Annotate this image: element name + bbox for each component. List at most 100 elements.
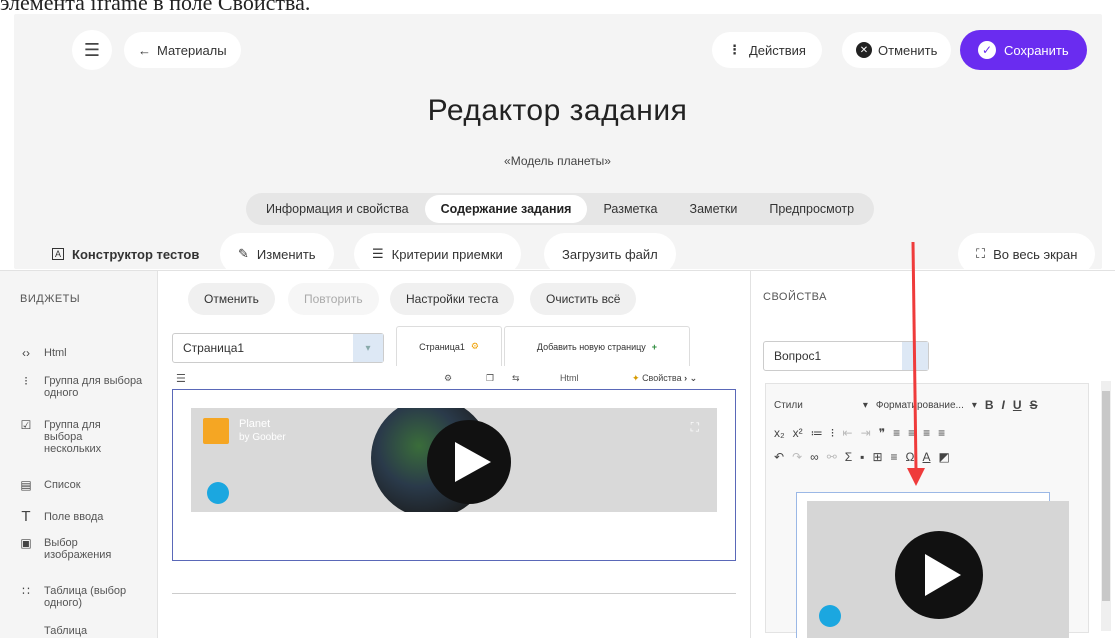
tab-markup[interactable]: Разметка	[587, 195, 673, 223]
pencil-icon: ✎	[238, 246, 249, 261]
image-icon[interactable]: ▪	[860, 450, 864, 464]
more-vertical-icon: ⋮	[728, 42, 741, 57]
cancel-button[interactable]: ✕ Отменить	[842, 32, 952, 68]
link-icon[interactable]: ∞	[810, 450, 819, 464]
save-button[interactable]: ✓ Сохранить	[960, 30, 1087, 70]
play-button[interactable]	[427, 420, 511, 504]
clear-all-button[interactable]: Очистить всё	[530, 283, 637, 315]
undo-button[interactable]: Отменить	[188, 283, 275, 315]
text-color-icon[interactable]: A	[923, 450, 931, 464]
editor-embedded-video[interactable]	[807, 501, 1069, 638]
back-to-materials-link[interactable]: ← Материалы	[124, 32, 241, 68]
properties-scrollbar[interactable]	[1101, 381, 1111, 631]
widget-label: Таблица	[44, 625, 88, 637]
widgets-panel: ВИДЖЕТЫ ‹› Html ⁝ Группа для выбора одно…	[0, 271, 158, 638]
back-label: Материалы	[157, 42, 227, 58]
table-icon[interactable]: ⊞	[872, 450, 882, 464]
subscript-icon[interactable]: x₂	[774, 426, 785, 440]
copy-icon[interactable]: ❐	[486, 373, 494, 384]
play-icon	[925, 554, 961, 596]
question-card[interactable]: Planet by Goober ⛶	[172, 389, 736, 561]
filter-icon: ☰	[372, 246, 384, 261]
page-tab-1[interactable]: Страница1 ⚙	[396, 326, 502, 366]
drag-handle-icon[interactable]: ☰	[176, 372, 186, 385]
widget-image-choice[interactable]: ▣ Выбор изображения	[18, 537, 128, 561]
tab-notes[interactable]: Заметки	[674, 195, 754, 223]
html-type-label[interactable]: Html	[560, 373, 579, 383]
test-settings-button[interactable]: Настройки теста	[390, 283, 515, 315]
horizontal-line-icon[interactable]: ≡	[891, 450, 898, 464]
widget-table[interactable]: Таблица	[18, 625, 87, 637]
text-field-icon: T	[21, 508, 31, 525]
align-justify-icon[interactable]: ≡	[938, 426, 945, 440]
special-char-icon[interactable]: Ω	[906, 450, 915, 464]
tab-preview[interactable]: Предпросмотр	[753, 195, 870, 223]
align-center-icon[interactable]: ≡	[908, 426, 915, 440]
expand-icon[interactable]: ⛶	[691, 420, 699, 435]
constructor-label: Конструктор тестов	[72, 246, 200, 262]
edit-button[interactable]: ✎ Изменить	[220, 233, 334, 275]
numbered-list-icon[interactable]: ≔	[811, 426, 823, 440]
widget-label: Таблица (выбор одного)	[44, 585, 127, 609]
settings-icon[interactable]: ⚙	[444, 373, 452, 384]
check-circle-icon: ✓	[978, 41, 996, 59]
video-author: by Goober	[239, 432, 286, 443]
arrow-left-icon: ←	[138, 42, 151, 58]
code-icon: ‹›	[22, 346, 30, 360]
edit-label: Изменить	[256, 246, 316, 262]
chevron-down-icon: ▾	[862, 399, 868, 411]
question-toolbar: ☰ ⚙ ❐ ⇆ Html ✦ Свойства › ⌄	[172, 369, 736, 387]
undo-icon[interactable]: ↶	[774, 450, 784, 464]
redo-icon[interactable]: ↷	[792, 450, 802, 464]
widget-list[interactable]: ▤ Список	[18, 479, 80, 491]
question-select[interactable]: Вопрос1	[763, 341, 929, 371]
fullscreen-button[interactable]: ⛶ Во весь экран	[958, 233, 1096, 275]
format-dropdown[interactable]: Форматирование...	[876, 400, 964, 411]
properties-link[interactable]: ✦ Свойства › ⌄	[632, 373, 697, 384]
add-page-tab[interactable]: Добавить новую страницу +	[504, 326, 690, 366]
editor-play-button[interactable]	[895, 531, 983, 619]
hamburger-menu-button[interactable]: ☰	[72, 30, 112, 70]
styles-dropdown[interactable]: Стили	[774, 400, 803, 411]
bold-icon[interactable]: B	[985, 398, 994, 412]
indent-icon[interactable]: ⇥	[861, 426, 871, 440]
criteria-label: Критерии приемки	[391, 246, 503, 262]
align-right-icon[interactable]: ≡	[923, 426, 930, 440]
align-left-icon[interactable]: ≡	[893, 426, 900, 440]
page-select[interactable]: Страница1 ▾	[172, 333, 384, 363]
constructor-icon: A	[52, 248, 65, 260]
editor-content-area[interactable]	[796, 492, 1069, 638]
outdent-icon[interactable]: ⇤	[843, 426, 853, 440]
italic-icon[interactable]: I	[1002, 398, 1005, 412]
criteria-button[interactable]: ☰ Критерии приемки	[354, 233, 521, 275]
superscript-icon[interactable]: x²	[793, 426, 803, 440]
page-subtitle: «Модель планеты»	[504, 154, 611, 168]
page-separator	[172, 593, 736, 594]
sigma-icon[interactable]: Σ	[845, 450, 852, 464]
redo-button[interactable]: Повторить	[288, 283, 379, 315]
bullet-list-icon[interactable]: ⁝	[831, 426, 835, 440]
strikethrough-icon[interactable]: S	[1030, 398, 1038, 412]
play-icon	[455, 442, 491, 482]
chevron-down-icon: ▾	[971, 399, 977, 411]
properties-label: Свойства	[642, 372, 682, 383]
widget-html[interactable]: ‹› Html	[18, 347, 67, 359]
upload-file-button[interactable]: Загрузить файл	[544, 233, 676, 275]
scrollbar-thumb[interactable]	[1102, 391, 1110, 601]
editor-header: ☰ ← Материалы ⋮ Действия ✕ Отменить ✓ Со…	[14, 14, 1102, 275]
unlink-icon[interactable]: ⚯	[827, 450, 837, 464]
widget-multi-choice[interactable]: ☑ Группа для выбора нескольких	[18, 419, 138, 455]
actions-button[interactable]: ⋮ Действия	[712, 32, 822, 68]
widget-single-choice[interactable]: ⁝ Группа для выбора одного	[18, 375, 148, 399]
test-constructor-button[interactable]: A Конструктор тестов	[34, 233, 217, 275]
widget-label: Поле ввода	[44, 511, 104, 523]
widget-text-field[interactable]: T Поле ввода	[18, 508, 104, 525]
tab-info[interactable]: Информация и свойства	[250, 195, 425, 223]
blockquote-icon[interactable]: ❞	[879, 426, 885, 440]
bg-color-icon[interactable]: ◩	[939, 450, 950, 464]
convert-icon[interactable]: ⇆	[512, 373, 520, 384]
tab-content[interactable]: Содержание задания	[424, 195, 588, 223]
embedded-video[interactable]: Planet by Goober ⛶	[191, 408, 717, 512]
widget-table-single[interactable]: ∷ Таблица (выбор одного)	[18, 585, 138, 609]
underline-icon[interactable]: U	[1013, 398, 1022, 412]
